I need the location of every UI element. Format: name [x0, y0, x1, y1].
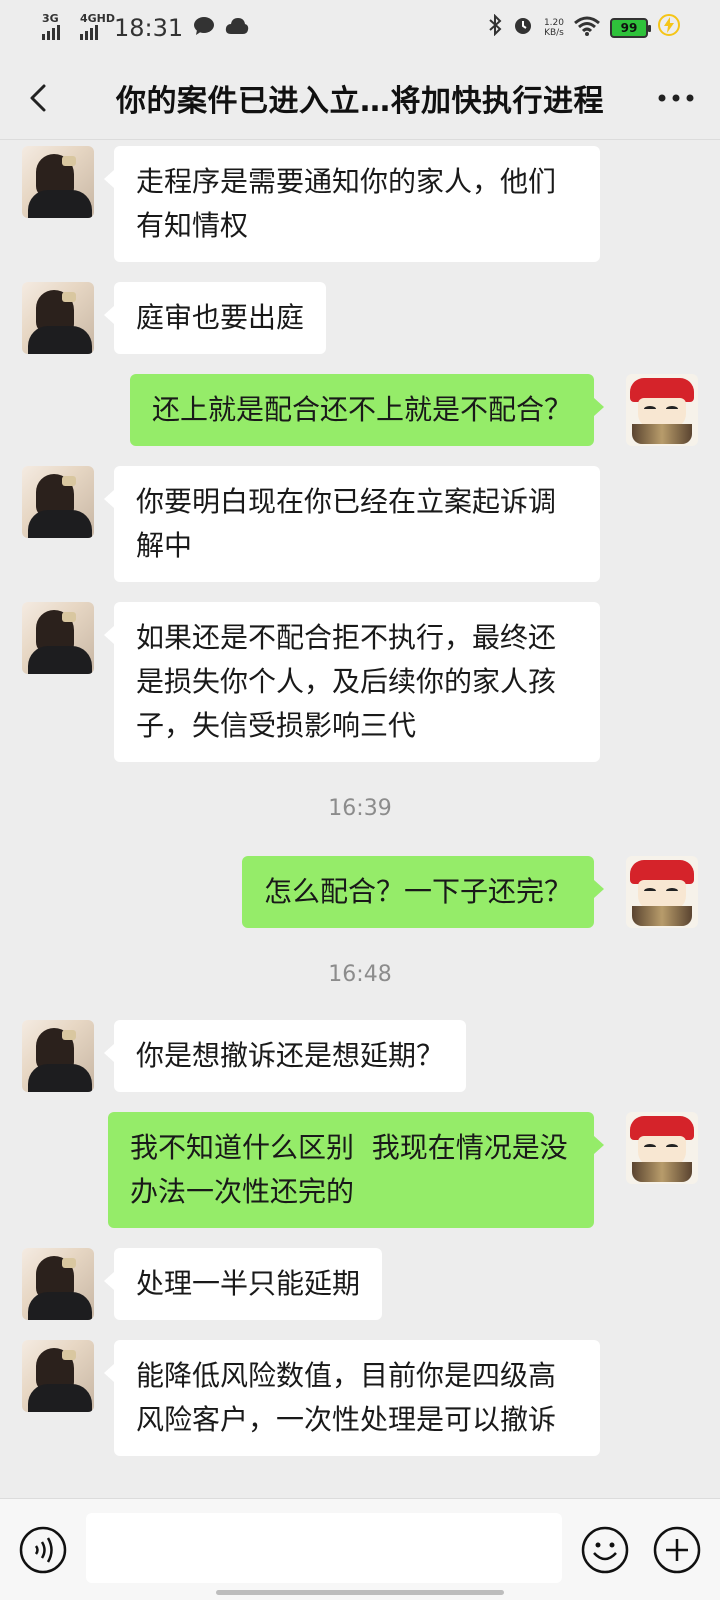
message-bubble-sent[interactable]: 怎么配合？一下子还完？ [241, 856, 605, 928]
chevron-left-icon [30, 84, 46, 112]
contact-avatar[interactable] [22, 282, 94, 354]
message-bubble-received[interactable]: 如果还是不配合拒不执行，最终还是损失你个人，及后续你的家人孩子，失信受损影响三代 [104, 602, 600, 762]
self-avatar[interactable] [626, 1112, 698, 1184]
message-bubble-sent[interactable]: 我不知道什么区别 我现在情况是没办法一次性还完的 [108, 1112, 604, 1228]
message-bubble-received[interactable]: 你要明白现在你已经在立案起诉调解中 [104, 466, 600, 582]
chat-screen: 3G 4GHD 18:31 1.20 KB/s 99 你的案件已进入立…将加快执… [0, 0, 720, 1600]
chat-title: 你的案件已进入立…将加快执行进程 [116, 83, 604, 119]
timestamp-divider: 16:48 [328, 962, 392, 987]
more-icon [658, 94, 694, 102]
cloud-icon [225, 14, 249, 42]
status-bar: 3G 4GHD 18:31 1.20 KB/s 99 [0, 0, 720, 56]
contact-avatar[interactable] [22, 466, 94, 538]
message-bubble-sent[interactable]: 还上就是配合还不上就是不配合？ [129, 374, 605, 446]
self-avatar[interactable] [626, 856, 698, 928]
emoji-button[interactable] [580, 1525, 630, 1575]
message-bubble-received[interactable]: 庭审也要出庭 [103, 282, 327, 354]
contact-avatar[interactable] [22, 602, 94, 674]
message-input[interactable] [86, 1513, 562, 1583]
timestamp-divider: 16:39 [328, 796, 392, 821]
chat-header: 你的案件已进入立…将加快执行进程 [0, 56, 720, 140]
signal-icon-2: 4GHD [80, 12, 115, 40]
chat-notification-icon [193, 14, 215, 42]
more-functions-button[interactable] [652, 1525, 702, 1575]
back-button[interactable] [22, 78, 62, 118]
charging-icon [658, 14, 680, 42]
signal-icon-1: 3G [42, 12, 60, 40]
home-indicator[interactable] [216, 1590, 504, 1595]
wifi-icon [574, 14, 600, 42]
contact-avatar[interactable] [22, 146, 94, 218]
network-speed: 1.20 KB/s [543, 18, 564, 38]
message-bubble-received[interactable]: 处理一半只能延期 [103, 1248, 383, 1320]
alarm-icon [512, 14, 534, 42]
voice-icon [19, 1526, 67, 1574]
plus-icon [653, 1526, 701, 1574]
bluetooth-icon [488, 13, 502, 42]
clock: 18:31 [114, 14, 184, 42]
battery-indicator: 99 [610, 18, 651, 38]
message-bubble-received[interactable]: 你是想撤诉还是想延期？ [103, 1020, 467, 1092]
network-label-1: 3G [42, 12, 59, 25]
voice-input-button[interactable] [18, 1525, 68, 1575]
network-label-2: 4GHD [80, 12, 116, 25]
contact-avatar[interactable] [22, 1340, 94, 1412]
contact-avatar[interactable] [22, 1248, 94, 1320]
message-bubble-received[interactable]: 能降低风险数值，目前你是四级高风险客户，一次性处理是可以撤诉 [104, 1340, 600, 1456]
contact-avatar[interactable] [22, 1020, 94, 1092]
message-bubble-received[interactable]: 走程序是需要通知你的家人，他们有知情权 [104, 146, 600, 262]
input-bar [0, 1498, 720, 1600]
message-list[interactable]: 走程序是需要通知你的家人，他们有知情权 庭审也要出庭 还上就是配合还不上就是不配… [0, 140, 720, 1498]
self-avatar[interactable] [626, 374, 698, 446]
more-options-button[interactable] [654, 78, 698, 118]
emoji-icon [581, 1526, 629, 1574]
